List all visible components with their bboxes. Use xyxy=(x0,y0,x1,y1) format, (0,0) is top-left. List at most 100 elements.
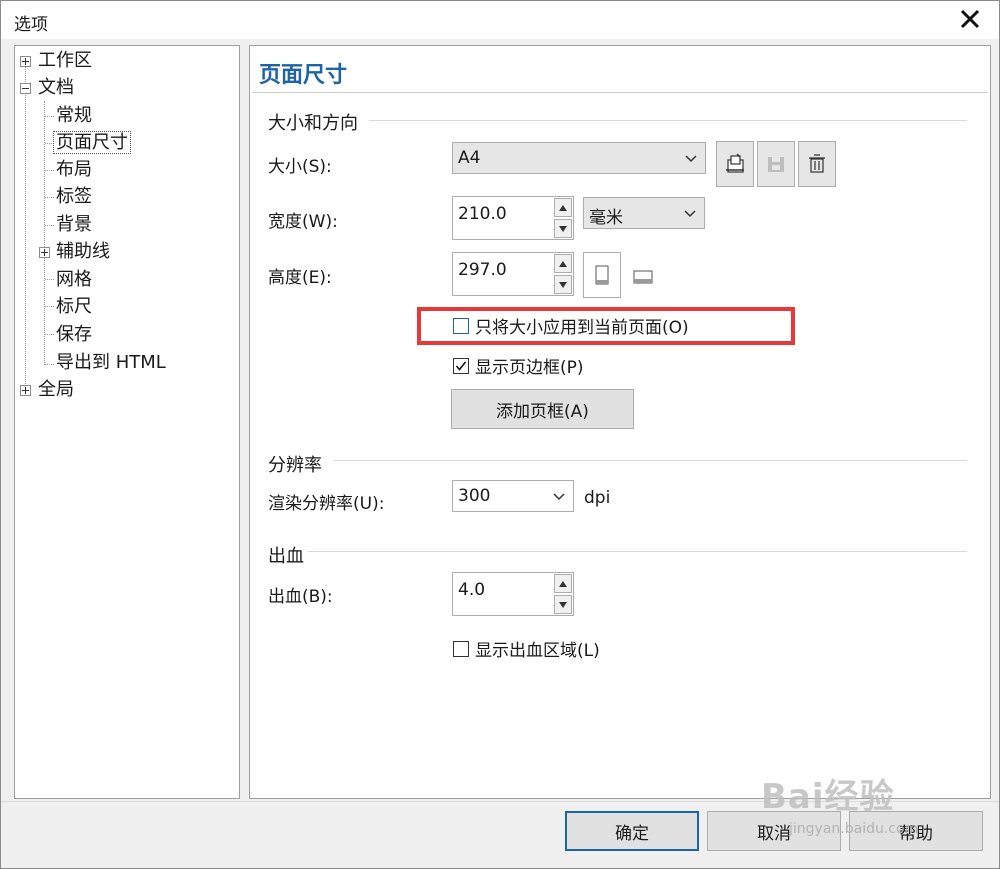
tree-connector xyxy=(45,116,54,117)
portrait-page-icon xyxy=(595,265,609,285)
page-title: 页面尺寸 xyxy=(259,63,348,88)
chevron-down-icon xyxy=(685,155,697,163)
height-label: 高度(E): xyxy=(268,268,332,288)
watermark-logo-text: Bai经验 xyxy=(761,777,895,817)
landscape-button[interactable] xyxy=(631,269,655,285)
size-label: 大小(S): xyxy=(268,157,332,177)
bleed-decrement-button[interactable] xyxy=(554,595,572,614)
dpi-unit-label: dpi xyxy=(584,488,611,508)
tree-connector xyxy=(45,170,54,171)
baidu-watermark: Bai经验 jingyan.baidu.com xyxy=(761,759,991,849)
tree-item-label: 布局 xyxy=(56,159,92,180)
add-page-frame-button[interactable]: 添加页框(A) xyxy=(451,389,634,429)
bleed-spinbox[interactable]: 4.0 xyxy=(452,572,574,616)
chevron-down-icon xyxy=(553,493,565,501)
expand-plus-icon[interactable] xyxy=(39,247,50,258)
width-decrement-button[interactable] xyxy=(554,219,572,238)
tree-item-label: 全局 xyxy=(38,379,74,400)
tree-item-document[interactable]: 文档 xyxy=(20,75,74,101)
expand-plus-icon[interactable] xyxy=(20,385,31,396)
tree-item-general[interactable]: 常规 xyxy=(56,103,92,129)
triangle-down-icon xyxy=(559,225,567,232)
tree-connector xyxy=(25,60,26,392)
tree-item-workspace[interactable]: 工作区 xyxy=(20,48,92,74)
group-divider xyxy=(369,120,967,121)
tree-item-background[interactable]: 背景 xyxy=(56,212,92,238)
page-size-select[interactable]: A4 xyxy=(452,142,706,174)
tree-item-export-html[interactable]: 导出到 HTML xyxy=(56,350,166,376)
unit-select[interactable]: 毫米 xyxy=(583,197,705,229)
bleed-increment-button[interactable] xyxy=(554,574,572,593)
tree-item-guidelines[interactable]: 辅助线 xyxy=(39,239,110,265)
tree-item-rulers[interactable]: 标尺 xyxy=(56,294,92,320)
tree-item-global[interactable]: 全局 xyxy=(20,377,74,403)
triangle-up-icon xyxy=(559,204,567,211)
show-page-border-label: 显示页边框(P) xyxy=(475,358,584,378)
collapse-minus-icon[interactable] xyxy=(20,83,31,94)
tree-item-label: 常规 xyxy=(56,105,92,126)
tree-item-label: 网格 xyxy=(56,269,92,290)
close-icon xyxy=(960,9,980,29)
page-setup-icon xyxy=(726,153,744,173)
show-page-border-checkbox[interactable]: 显示页边框(P) xyxy=(453,353,584,378)
tree-item-page-size[interactable]: 页面尺寸 xyxy=(53,130,131,156)
tree-item-grid[interactable]: 网格 xyxy=(56,267,92,293)
triangle-down-icon xyxy=(559,601,567,608)
show-bleed-area-checkbox[interactable]: 显示出血区域(L) xyxy=(453,636,600,661)
tree-item-labels[interactable]: 标签 xyxy=(56,184,92,210)
page-size-settings-button[interactable] xyxy=(716,141,754,187)
tree-item-label: 文档 xyxy=(38,77,74,98)
tree-item-layout[interactable]: 布局 xyxy=(56,157,92,183)
height-value: 297.0 xyxy=(458,260,507,280)
save-page-size-button xyxy=(757,141,795,187)
unit-value: 毫米 xyxy=(589,208,623,228)
height-increment-button[interactable] xyxy=(554,254,572,273)
tree-connector xyxy=(45,197,54,198)
checkbox-box[interactable] xyxy=(453,357,469,374)
bleed-value: 4.0 xyxy=(458,580,486,600)
options-tree[interactable]: 工作区 文档 常规 页面尺寸 布局 标签 背景 辅助线 网格 标尺 保存 导出到… xyxy=(14,45,240,799)
tree-item-label: 背景 xyxy=(56,214,92,235)
render-resolution-value: 300 xyxy=(458,486,491,506)
tree-item-label: 工作区 xyxy=(38,50,92,71)
portrait-button[interactable] xyxy=(583,252,621,298)
save-disk-icon xyxy=(768,157,784,172)
render-resolution-select[interactable]: 300 xyxy=(452,480,574,512)
tree-connector xyxy=(44,101,45,365)
delete-page-size-button[interactable] xyxy=(798,141,836,187)
dialog-title: 选项 xyxy=(14,15,48,35)
group-divider xyxy=(334,460,967,461)
tree-item-save[interactable]: 保存 xyxy=(56,322,92,348)
tree-connector xyxy=(45,334,54,335)
highlight-annotation-box xyxy=(417,307,795,345)
tree-connector xyxy=(45,279,54,280)
trash-icon xyxy=(809,154,825,173)
checkmark-icon xyxy=(455,361,467,371)
tree-item-label: 辅助线 xyxy=(56,241,110,262)
options-dialog: 选项 工作区 文档 常规 页面尺寸 布局 标签 背景 辅助线 网格 标尺 保存 … xyxy=(0,0,1000,869)
expand-plus-icon[interactable] xyxy=(20,56,31,67)
size-orientation-heading: 大小和方向 xyxy=(268,113,358,134)
height-spinbox[interactable]: 297.0 xyxy=(452,252,574,296)
render-resolution-label: 渲染分辨率(U): xyxy=(268,494,385,514)
width-increment-button[interactable] xyxy=(554,198,572,217)
landscape-page-icon xyxy=(633,270,653,284)
height-decrement-button[interactable] xyxy=(554,275,572,294)
title-bar: 选项 xyxy=(1,1,999,39)
triangle-down-icon xyxy=(559,281,567,288)
resolution-heading: 分辨率 xyxy=(268,455,322,476)
tree-item-label: 标签 xyxy=(56,186,92,207)
checkbox-box[interactable] xyxy=(453,640,469,657)
tree-connector xyxy=(45,306,54,307)
bleed-label: 出血(B): xyxy=(268,587,333,607)
tree-connector xyxy=(45,225,54,226)
ok-button[interactable]: 确定 xyxy=(565,811,699,851)
close-button[interactable] xyxy=(953,3,987,35)
tree-item-label: 页面尺寸 xyxy=(53,131,131,154)
tree-item-label: 保存 xyxy=(56,324,92,345)
tree-connector xyxy=(45,364,54,365)
show-bleed-area-label: 显示出血区域(L) xyxy=(475,641,600,661)
panel-header: 页面尺寸 xyxy=(252,48,988,93)
width-spinbox[interactable]: 210.0 xyxy=(452,196,574,240)
watermark-url: jingyan.baidu.com xyxy=(789,821,919,837)
